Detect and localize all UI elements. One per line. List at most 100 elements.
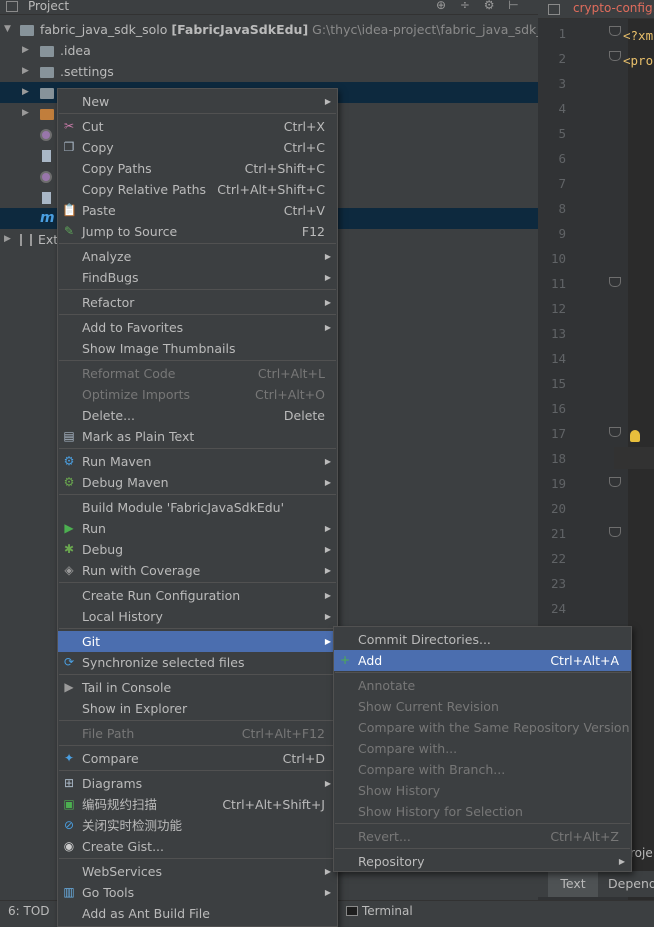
- menu-item-refactor[interactable]: Refactor ▶: [58, 292, 337, 313]
- menu-item-repository[interactable]: Repository ▶: [334, 851, 631, 872]
- menu-item-compare-with-branch[interactable]: Compare with Branch...: [334, 759, 631, 780]
- debug-icon: ✱: [63, 542, 75, 556]
- project-title[interactable]: Project: [28, 0, 69, 13]
- collapse-arrow-icon[interactable]: ▶: [22, 82, 29, 103]
- menu-item-run-with-coverage[interactable]: ◈ Run with Coverage ▶: [58, 560, 337, 581]
- menu-item-item-31[interactable]: ▣ 编码规约扫描 Ctrl+Alt+Shift+J: [58, 794, 337, 815]
- line-number: 2: [558, 51, 566, 66]
- current-line-highlight: [614, 447, 654, 469]
- menu-item-show-history[interactable]: Show History: [334, 780, 631, 801]
- menu-item-label: Copy Relative Paths: [82, 182, 207, 197]
- menu-item-diagrams[interactable]: ⊞ Diagrams ▶: [58, 773, 337, 794]
- lightbulb-icon[interactable]: [630, 430, 640, 442]
- collapse-arrow-icon[interactable]: ▶: [22, 103, 29, 124]
- menu-item-webservices[interactable]: WebServices ▶: [58, 861, 337, 882]
- menu-item-label: Reformat Code: [82, 366, 176, 381]
- menu-item-label: Add as Ant Build File: [82, 906, 210, 921]
- todo-tool-button[interactable]: 6: TOD: [8, 904, 50, 918]
- menu-item-debug-maven[interactable]: ⚙ Debug Maven ▶: [58, 472, 337, 493]
- menu-item-analyze[interactable]: Analyze ▶: [58, 246, 337, 267]
- submenu-arrow-icon: ▶: [324, 457, 331, 466]
- editor-tab[interactable]: crypto-config.: [538, 0, 654, 19]
- menu-item-copy[interactable]: ❐ Copy Ctrl+C: [58, 137, 337, 158]
- menu-item-create-run-configuration[interactable]: Create Run Configuration ▶: [58, 585, 337, 606]
- menu-item-reformat-code[interactable]: Reformat Code Ctrl+Alt+L: [58, 363, 337, 384]
- expand-arrow-icon[interactable]: ▼: [4, 19, 11, 40]
- collapse-arrow-icon[interactable]: ▶: [22, 40, 29, 61]
- run-icon: ▶: [64, 521, 74, 535]
- tree-label: Ext: [38, 232, 59, 247]
- menu-item-show-in-explorer[interactable]: Show in Explorer: [58, 698, 337, 719]
- menu-item-label: 关闭实时检测功能: [82, 818, 183, 833]
- line-number: 13: [550, 326, 566, 341]
- line-number: 5: [558, 126, 566, 141]
- menu-item-paste[interactable]: 📋 Paste Ctrl+V: [58, 200, 337, 221]
- menu-item-label: Annotate: [358, 678, 416, 693]
- menu-item-add-as-ant-build-file[interactable]: Add as Ant Build File: [58, 903, 337, 924]
- line-number: 24: [550, 601, 566, 616]
- menu-item-create-gist[interactable]: ◉ Create Gist...: [58, 836, 337, 857]
- menu-item-show-current-revision[interactable]: Show Current Revision: [334, 696, 631, 717]
- tree-row-root[interactable]: ▼ fabric_java_sdk_solo [FabricJavaSdkEdu…: [0, 19, 568, 40]
- menu-item-debug[interactable]: ✱ Debug ▶: [58, 539, 337, 560]
- menu-item-cut[interactable]: ✂ Cut Ctrl+X: [58, 116, 337, 137]
- menu-item-local-history[interactable]: Local History ▶: [58, 606, 337, 627]
- tree-row-settings[interactable]: ▶ .settings: [0, 61, 538, 82]
- menu-item-findbugs[interactable]: FindBugs ▶: [58, 267, 337, 288]
- menu-item-delete[interactable]: Delete... Delete: [58, 405, 337, 426]
- folder-icon: [20, 25, 34, 36]
- menu-item-compare-with[interactable]: Compare with...: [334, 738, 631, 759]
- menu-item-commit-directories[interactable]: Commit Directories...: [334, 629, 631, 650]
- menu-item-label: Revert...: [358, 829, 411, 844]
- menu-item-item-32[interactable]: ⊘ 关闭实时检测功能: [58, 815, 337, 836]
- diagram-icon: ⊞: [63, 776, 75, 790]
- menu-item-build-module-fabricjavasdkedu[interactable]: Build Module 'FabricJavaSdkEdu': [58, 497, 337, 518]
- editor-tab-label[interactable]: crypto-config.: [573, 1, 654, 15]
- menu-item-revert[interactable]: Revert... Ctrl+Alt+Z: [334, 826, 631, 847]
- menu-separator: [335, 672, 630, 673]
- fold-marker-icon[interactable]: [609, 427, 621, 437]
- tab-text[interactable]: Text: [548, 871, 598, 897]
- menu-item-show-history-for-selection[interactable]: Show History for Selection: [334, 801, 631, 822]
- menu-item-mark-as-plain-text[interactable]: ▤ Mark as Plain Text: [58, 426, 337, 447]
- fold-marker-icon[interactable]: [609, 277, 621, 287]
- fold-marker-icon[interactable]: [609, 26, 621, 36]
- menu-separator: [335, 823, 630, 824]
- menu-item-label: Run Maven: [82, 454, 152, 469]
- menu-item-run[interactable]: ▶ Run ▶: [58, 518, 337, 539]
- submenu-arrow-icon: ▶: [324, 566, 331, 575]
- fold-marker-icon[interactable]: [609, 477, 621, 487]
- terminal-tool-button[interactable]: Terminal: [346, 904, 413, 918]
- menu-item-file-path[interactable]: File Path Ctrl+Alt+F12: [58, 723, 337, 744]
- menu-item-go-tools[interactable]: ▥ Go Tools ▶: [58, 882, 337, 903]
- menu-item-label: Build Module 'FabricJavaSdkEdu': [82, 500, 285, 515]
- menu-item-synchronize-selected-files[interactable]: ⟳ Synchronize selected files: [58, 652, 337, 673]
- menu-item-shortcut: Ctrl+Alt+Z: [550, 829, 619, 844]
- menu-item-label: Run: [82, 521, 106, 536]
- fold-marker-icon[interactable]: [609, 527, 621, 537]
- menu-item-run-maven[interactable]: ⚙ Run Maven ▶: [58, 451, 337, 472]
- line-number: 8: [558, 201, 566, 216]
- menu-item-tail-in-console[interactable]: ▶ Tail in Console: [58, 677, 337, 698]
- menu-item-compare-with-the-same-repository-version[interactable]: Compare with the Same Repository Version: [334, 717, 631, 738]
- menu-item-copy-relative-paths[interactable]: Copy Relative Paths Ctrl+Alt+Shift+C: [58, 179, 337, 200]
- menu-item-new[interactable]: New ▶: [58, 91, 337, 112]
- menu-item-jump-to-source[interactable]: ✎ Jump to Source F12: [58, 221, 337, 242]
- menu-item-add[interactable]: + Add Ctrl+Alt+A: [334, 650, 631, 671]
- menu-item-optimize-imports[interactable]: Optimize Imports Ctrl+Alt+O: [58, 384, 337, 405]
- menu-item-label: Compare with...: [358, 741, 458, 756]
- menu-item-show-image-thumbnails[interactable]: Show Image Thumbnails: [58, 338, 337, 359]
- fold-marker-icon[interactable]: [609, 51, 621, 61]
- menu-item-label: Compare with the Same Repository Version: [358, 720, 630, 735]
- menu-item-add-to-favorites[interactable]: Add to Favorites ▶: [58, 317, 337, 338]
- collapse-arrow-icon[interactable]: ▶: [4, 229, 11, 250]
- menu-item-shortcut: Delete: [283, 408, 325, 423]
- project-toolbar-icons[interactable]: ⊕ ÷ ⚙ ⊢: [436, 0, 524, 12]
- menu-item-annotate[interactable]: Annotate: [334, 675, 631, 696]
- menu-item-compare[interactable]: ✦ Compare Ctrl+D: [58, 748, 337, 769]
- menu-item-git[interactable]: Git ▶: [58, 631, 337, 652]
- tab-dependencies[interactable]: Depend: [608, 871, 654, 897]
- menu-item-copy-paths[interactable]: Copy Paths Ctrl+Shift+C: [58, 158, 337, 179]
- collapse-arrow-icon[interactable]: ▶: [22, 61, 29, 82]
- tree-row-idea[interactable]: ▶ .idea: [0, 40, 538, 61]
